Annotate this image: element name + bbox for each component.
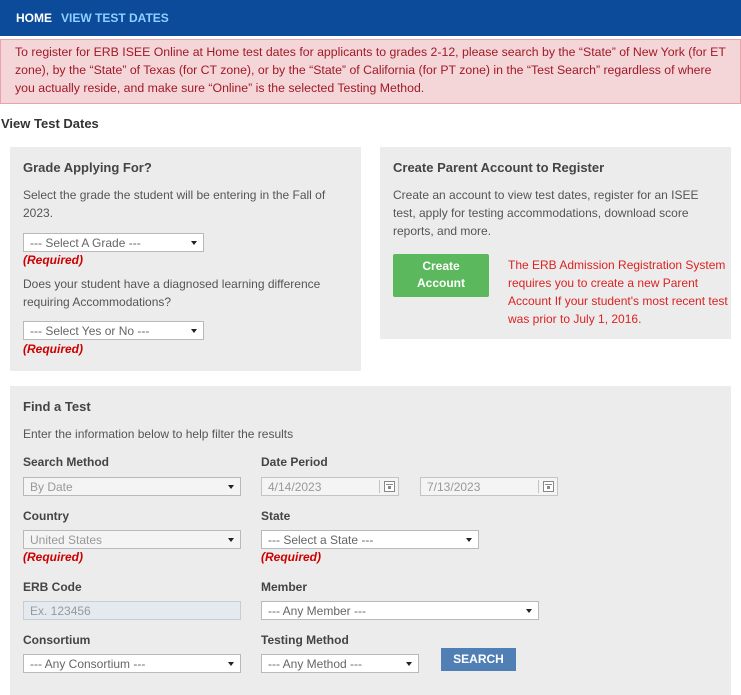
member-select[interactable]: --- Any Member --- <box>261 601 539 620</box>
grade-help-text: Select the grade the student will be ent… <box>23 188 326 220</box>
grade-required-label: (Required) <box>23 253 83 267</box>
create-account-button[interactable]: Create Account <box>393 254 489 297</box>
caret-down-icon <box>191 329 197 333</box>
find-test-title: Find a Test <box>23 399 91 414</box>
consortium-label: Consortium <box>23 633 91 647</box>
testing-method-label: Testing Method <box>261 633 349 647</box>
state-label: State <box>261 509 291 523</box>
nav-view-test-dates-link[interactable]: VIEW TEST DATES <box>61 11 169 25</box>
online-registration-alert: To register for ERB ISEE Online at Home … <box>0 39 741 104</box>
country-required-label: (Required) <box>23 550 83 564</box>
grade-select[interactable]: --- Select A Grade --- <box>23 233 204 252</box>
consortium-value: --- Any Consortium --- <box>30 657 146 671</box>
country-value: United States <box>30 533 103 547</box>
nav-home-link[interactable]: HOME <box>16 11 52 25</box>
erb-code-label: ERB Code <box>23 580 82 594</box>
parent-account-notice: The ERB Admission Registration System re… <box>508 258 728 326</box>
date-period-label: Date Period <box>261 455 328 469</box>
accommodations-select[interactable]: --- Select Yes or No --- <box>23 321 204 340</box>
caret-down-icon <box>228 538 234 542</box>
parent-account-title: Create Parent Account to Register <box>393 160 605 175</box>
erb-code-placeholder: Ex. 123456 <box>30 604 91 618</box>
search-method-value: By Date <box>30 480 73 494</box>
top-nav-bar: HOME VIEW TEST DATES <box>0 0 741 36</box>
testing-method-select[interactable]: --- Any Method --- <box>261 654 419 673</box>
create-account-button-line1: Create <box>422 259 460 273</box>
calendar-icon[interactable] <box>543 481 554 492</box>
consortium-select[interactable]: --- Any Consortium --- <box>23 654 241 673</box>
state-value: --- Select a State --- <box>268 533 374 547</box>
testing-method-value: --- Any Method --- <box>268 657 363 671</box>
member-value: --- Any Member --- <box>268 604 367 618</box>
search-method-select[interactable]: By Date <box>23 477 241 496</box>
caret-down-icon <box>406 662 412 666</box>
calendar-icon[interactable] <box>384 481 395 492</box>
page-title: View Test Dates <box>1 116 99 131</box>
caret-down-icon <box>228 485 234 489</box>
state-select[interactable]: --- Select a State --- <box>261 530 479 549</box>
caret-down-icon <box>466 538 472 542</box>
grade-panel-title: Grade Applying For? <box>23 160 152 175</box>
caret-down-icon <box>191 241 197 245</box>
accommodations-select-value: --- Select Yes or No --- <box>30 324 150 338</box>
country-label: Country <box>23 509 69 523</box>
accommodations-question: Does your student have a diagnosed learn… <box>23 277 321 309</box>
state-required-label: (Required) <box>261 550 321 564</box>
caret-down-icon <box>526 609 532 613</box>
create-account-button-line2: Account <box>417 276 465 290</box>
grade-select-value: --- Select A Grade --- <box>30 236 141 250</box>
date-start-value: 4/14/2023 <box>268 480 322 494</box>
accommodations-required-label: (Required) <box>23 342 83 356</box>
erb-code-input[interactable]: Ex. 123456 <box>23 601 241 620</box>
parent-account-description: Create an account to view test dates, re… <box>393 188 699 238</box>
date-start-input[interactable]: 4/14/2023 <box>261 477 399 496</box>
country-select[interactable]: United States <box>23 530 241 549</box>
caret-down-icon <box>228 662 234 666</box>
search-button[interactable]: SEARCH <box>441 648 516 671</box>
member-label: Member <box>261 580 308 594</box>
date-end-input[interactable]: 7/13/2023 <box>420 477 558 496</box>
search-method-label: Search Method <box>23 455 110 469</box>
date-end-value: 7/13/2023 <box>427 480 481 494</box>
find-test-subtitle: Enter the information below to help filt… <box>23 427 294 441</box>
